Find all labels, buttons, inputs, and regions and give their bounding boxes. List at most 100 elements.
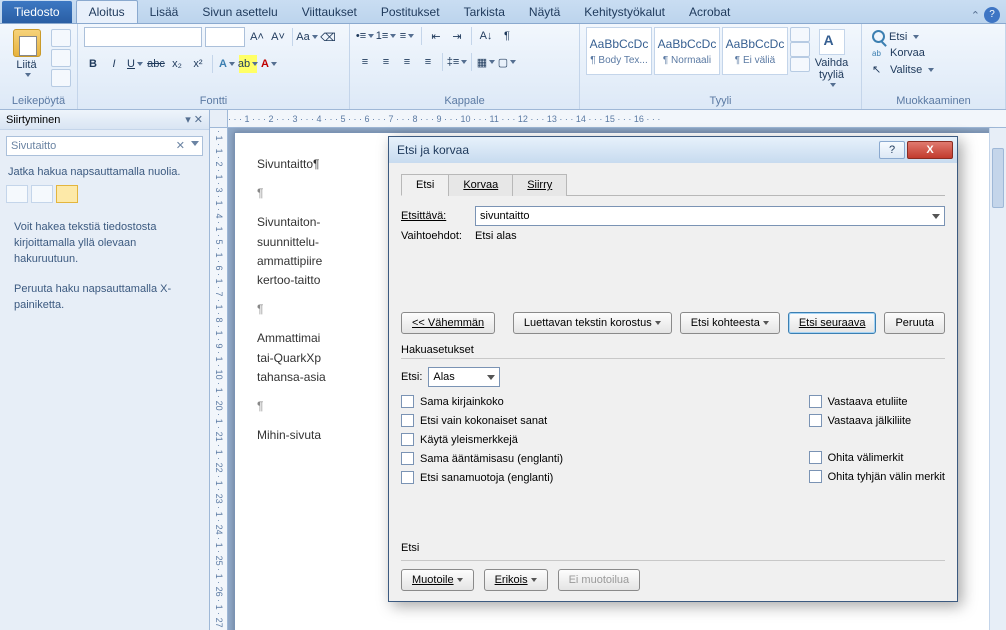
font-name-combo[interactable]	[84, 27, 202, 47]
style-scroll-down[interactable]	[790, 42, 810, 57]
tab-acrobat[interactable]: Acrobat	[677, 1, 742, 23]
paste-button[interactable]: Liitä	[6, 27, 47, 77]
style-gallery[interactable]: AaBbCcDc ¶ Body Tex... AaBbCcDc ¶ Normaa…	[586, 27, 804, 75]
tab-mailings[interactable]: Postitukset	[369, 1, 452, 23]
borders-button[interactable]: ▢	[498, 53, 516, 71]
tab-insert[interactable]: Lisää	[138, 1, 191, 23]
search-icon	[872, 30, 885, 43]
dialog-help-button[interactable]: ?	[879, 141, 905, 159]
replace-button[interactable]: Korvaa	[868, 46, 938, 60]
superscript-button[interactable]: x²	[189, 55, 207, 73]
search-direction-combo[interactable]: Alas	[428, 367, 500, 387]
tab-references[interactable]: Viittaukset	[290, 1, 369, 23]
find-button[interactable]: Etsi	[868, 29, 938, 44]
nav-dropdown-icon[interactable]: ▾	[185, 114, 191, 126]
style-item[interactable]: AaBbCcDc ¶ Normaali	[654, 27, 720, 75]
find-what-input[interactable]: sivuntaitto	[475, 206, 945, 226]
style-item[interactable]: AaBbCcDc ¶ Body Tex...	[586, 27, 652, 75]
match-prefix-checkbox[interactable]: Vastaava etuliite	[809, 395, 945, 408]
select-button[interactable]: ↖ Valitse	[868, 62, 938, 78]
nav-close-icon[interactable]: ✕	[194, 114, 203, 126]
numbering-button[interactable]: 1≡	[377, 27, 395, 45]
grow-font-button[interactable]: A˄	[248, 28, 266, 46]
clear-formatting-button[interactable]: ⌫	[319, 28, 337, 46]
line-spacing-button[interactable]: ‡≡	[448, 53, 466, 71]
styles-group-label: Tyyli	[586, 93, 855, 107]
ignore-punct-checkbox[interactable]: Ohita välimerkit	[809, 451, 945, 464]
ruler-corner	[210, 110, 228, 128]
dialog-tab-replace[interactable]: Korvaa	[448, 174, 513, 196]
reading-highlight-button[interactable]: Luettavan tekstin korostus	[513, 312, 672, 334]
clear-search-icon[interactable]: ✕	[176, 139, 185, 152]
sounds-like-checkbox[interactable]: Sama ääntämisasu (englanti)	[401, 452, 563, 465]
chevron-down-icon[interactable]	[932, 214, 940, 219]
ignore-whitespace-checkbox[interactable]: Ohita tyhjän välin merkit	[809, 470, 945, 483]
vertical-ruler[interactable]: · 1 · 1 · 2 · 1 · 3 · 1 · 4 · 1 · 5 · 1 …	[210, 128, 228, 630]
change-case-button[interactable]: Aa	[298, 28, 316, 46]
font-color-button[interactable]: A	[260, 55, 278, 73]
match-suffix-checkbox[interactable]: Vastaava jälkiliite	[809, 414, 945, 427]
whole-words-checkbox[interactable]: Etsi vain kokonaiset sanat	[401, 414, 563, 427]
justify-button[interactable]: ≡	[419, 53, 437, 71]
dialog-tab-goto[interactable]: Siirry	[512, 174, 567, 196]
strikethrough-button[interactable]: abc	[147, 55, 165, 73]
tab-home[interactable]: Aloitus	[76, 0, 138, 23]
subscript-button[interactable]: x₂	[168, 55, 186, 73]
special-button[interactable]: Erikois	[484, 569, 548, 591]
multilevel-list-button[interactable]: ≡	[398, 27, 416, 45]
wildcards-checkbox[interactable]: Käytä yleismerkkejä	[401, 433, 563, 446]
navigation-pane: Siirtyminen ▾ ✕ ✕ Jatka hakua napsauttam…	[0, 110, 210, 630]
align-right-button[interactable]: ≡	[398, 53, 416, 71]
help-icon[interactable]: ?	[984, 7, 1000, 23]
word-forms-checkbox[interactable]: Etsi sanamuotoja (englanti)	[401, 471, 563, 484]
less-button[interactable]: << Vähemmän	[401, 312, 495, 334]
decrease-indent-button[interactable]: ⇤	[427, 27, 445, 45]
cut-button[interactable]	[51, 29, 71, 47]
search-options-icon[interactable]	[191, 141, 199, 146]
font-size-combo[interactable]	[205, 27, 245, 47]
style-expand[interactable]	[790, 57, 810, 72]
match-case-checkbox[interactable]: Sama kirjainkoko	[401, 395, 563, 408]
style-scroll-up[interactable]	[790, 27, 810, 42]
tab-file[interactable]: Tiedosto	[2, 1, 72, 23]
tab-review[interactable]: Tarkista	[452, 1, 517, 23]
increase-indent-button[interactable]: ⇥	[448, 27, 466, 45]
nav-results-tab[interactable]	[56, 185, 78, 203]
italic-button[interactable]: I	[105, 55, 123, 73]
vertical-scrollbar[interactable]	[989, 128, 1006, 630]
minimize-ribbon-icon[interactable]: ⌃	[971, 9, 980, 22]
format-painter-button[interactable]	[51, 69, 71, 87]
dialog-close-button[interactable]: X	[907, 141, 953, 159]
format-button[interactable]: Muotoile	[401, 569, 474, 591]
shading-button[interactable]: ▦	[477, 53, 495, 71]
horizontal-ruler[interactable]: · · · 1 · · · 2 · · · 3 · · · 4 · · · 5 …	[228, 110, 1006, 128]
align-left-button[interactable]: ≡	[356, 53, 374, 71]
underline-button[interactable]: U	[126, 55, 144, 73]
text-effects-button[interactable]: A	[218, 55, 236, 73]
change-styles-button[interactable]: Vaihda tyyliä	[808, 27, 855, 87]
highlight-button[interactable]: ab	[239, 55, 257, 73]
tab-developer[interactable]: Kehitystyökalut	[572, 1, 677, 23]
change-styles-label: Vaihda tyyliä	[808, 57, 855, 81]
nav-search-input[interactable]	[6, 136, 203, 156]
find-in-button[interactable]: Etsi kohteesta	[680, 312, 780, 334]
cancel-button[interactable]: Peruuta	[884, 312, 945, 334]
tab-view[interactable]: Näytä	[517, 1, 572, 23]
align-center-button[interactable]: ≡	[377, 53, 395, 71]
copy-button[interactable]	[51, 49, 71, 67]
options-label: Vaihtoehdot:	[401, 230, 467, 242]
style-item[interactable]: AaBbCcDc ¶ Ei väliä	[722, 27, 788, 75]
tab-page-layout[interactable]: Sivun asettelu	[190, 1, 289, 23]
nav-pages-tab[interactable]	[31, 185, 53, 203]
nav-headings-tab[interactable]	[6, 185, 28, 203]
sort-button[interactable]: A↓	[477, 27, 495, 45]
show-marks-button[interactable]: ¶	[498, 27, 516, 45]
no-formatting-button: Ei muotoilua	[558, 569, 641, 591]
shrink-font-button[interactable]: A˅	[269, 28, 287, 46]
find-next-button[interactable]: Etsi seuraava	[788, 312, 877, 334]
dialog-tab-find[interactable]: Etsi	[401, 174, 449, 196]
bullets-button[interactable]: •≡	[356, 27, 374, 45]
bold-button[interactable]: B	[84, 55, 102, 73]
search-options-title: Hakuasetukset	[401, 344, 945, 356]
search-direction-label: Etsi:	[401, 371, 422, 383]
